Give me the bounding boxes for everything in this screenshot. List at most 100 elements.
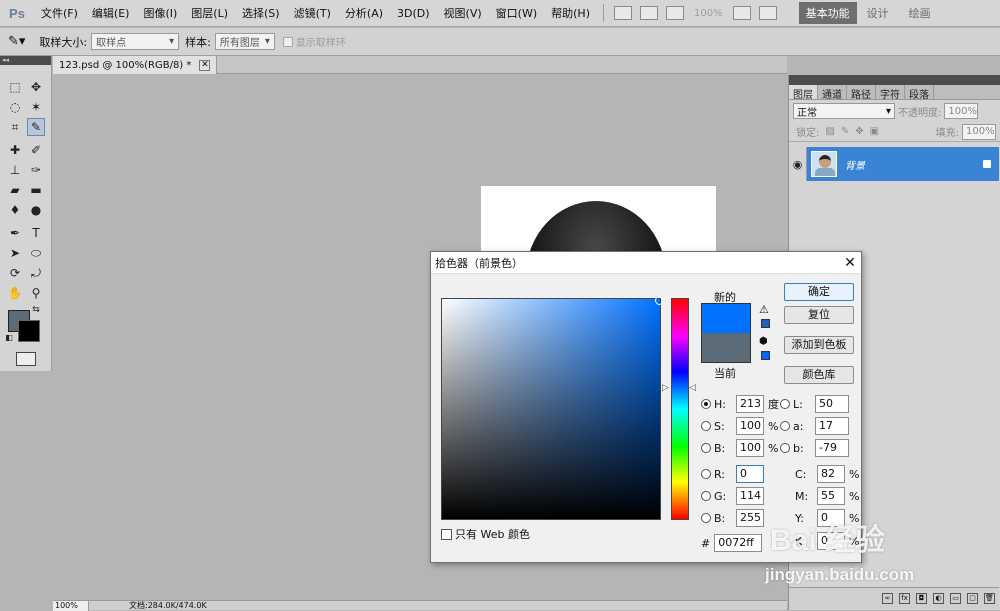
- eyedropper-preset-icon[interactable]: ✎▾: [8, 34, 25, 49]
- add-to-swatches-button[interactable]: 添加到色板: [784, 336, 854, 354]
- history-brush-icon[interactable]: ✑: [27, 161, 45, 179]
- tab-layers[interactable]: 图层: [789, 85, 818, 101]
- panel-collapse-bar[interactable]: [789, 75, 1000, 85]
- red-field[interactable]: 0: [736, 465, 764, 483]
- bridge-icon[interactable]: [613, 6, 632, 20]
- menu-edit[interactable]: 编辑(E): [85, 5, 137, 21]
- tab-channels[interactable]: 通道: [818, 85, 847, 101]
- saturation-field[interactable]: 100: [736, 417, 764, 435]
- web-safe-cube-icon[interactable]: ⬢: [759, 336, 768, 347]
- menu-image[interactable]: 图像(I): [136, 5, 184, 21]
- pen-icon[interactable]: ✒: [6, 224, 24, 242]
- color-libraries-button[interactable]: 颜色库: [784, 366, 854, 384]
- lab-b-radio[interactable]: [780, 443, 790, 453]
- 3d-rotate-icon[interactable]: ⟳: [6, 264, 24, 282]
- hue-slider[interactable]: [671, 298, 689, 520]
- type-icon[interactable]: T: [27, 224, 45, 242]
- green-radio[interactable]: [701, 491, 711, 501]
- crop-icon[interactable]: ⌗: [6, 118, 24, 136]
- workspace-essentials-button[interactable]: 基本功能: [798, 2, 857, 24]
- layer-mask-icon[interactable]: ◘: [916, 593, 927, 604]
- workspace-design-button[interactable]: 设计: [857, 5, 899, 21]
- eyedropper-icon[interactable]: ✎: [27, 118, 45, 136]
- red-radio[interactable]: [701, 469, 711, 479]
- brightness-radio[interactable]: [701, 443, 711, 453]
- lock-position-icon[interactable]: ✥: [855, 126, 863, 137]
- lab-l-radio[interactable]: [780, 399, 790, 409]
- blue-field[interactable]: 255: [736, 509, 764, 527]
- hue-radio[interactable]: [701, 399, 711, 409]
- layer-name[interactable]: 背景: [845, 157, 865, 172]
- web-only-checkbox[interactable]: [441, 528, 452, 540]
- adjustment-layer-icon[interactable]: ◐: [933, 593, 944, 604]
- lock-pixels-icon[interactable]: ✎: [841, 126, 849, 137]
- menu-window[interactable]: 窗口(W): [489, 5, 544, 21]
- shape-icon[interactable]: ⬭: [27, 244, 45, 262]
- reset-button[interactable]: 复位: [784, 306, 854, 324]
- menu-view[interactable]: 视图(V): [437, 5, 489, 21]
- hue-arrow-right-icon[interactable]: ◁: [689, 383, 696, 393]
- mini-bridge-icon[interactable]: [639, 6, 658, 20]
- document-tab[interactable]: 123.psd @ 100%(RGB/8) * ✕: [53, 56, 218, 74]
- hue-arrow-left-icon[interactable]: ▷: [662, 383, 669, 393]
- eraser-icon[interactable]: ▰: [6, 181, 24, 199]
- close-icon[interactable]: ✕: [199, 59, 211, 71]
- toolbox-collapse-icon[interactable]: ◂◂: [0, 56, 51, 65]
- cyan-field[interactable]: 82: [817, 465, 845, 483]
- lock-all-icon[interactable]: ▣: [870, 126, 879, 137]
- hue-field[interactable]: 213: [736, 395, 764, 413]
- show-sampling-ring-option[interactable]: 显示取样环: [282, 34, 346, 49]
- new-layer-icon[interactable]: ▢: [967, 593, 978, 604]
- zoom-icon[interactable]: ⚲: [27, 284, 45, 302]
- arrange-documents-icon[interactable]: [732, 6, 751, 20]
- fill-field[interactable]: 100%: [962, 123, 996, 140]
- path-selection-icon[interactable]: ➤: [6, 244, 24, 262]
- lab-b-field[interactable]: -79: [815, 439, 849, 457]
- hex-field[interactable]: 0072ff: [714, 534, 763, 552]
- blend-mode-select[interactable]: 正常 ▾: [793, 103, 895, 119]
- gamut-warning-icon[interactable]: ⚠: [759, 303, 769, 316]
- menu-3d[interactable]: 3D(D): [390, 7, 437, 20]
- web-safe-color-swatch[interactable]: [761, 351, 770, 360]
- link-layers-icon[interactable]: ∞: [882, 593, 893, 604]
- move-icon[interactable]: ✥: [27, 78, 45, 96]
- layer-style-icon[interactable]: fx: [899, 593, 910, 604]
- marquee-icon[interactable]: ⬚: [6, 78, 24, 96]
- zoom-level[interactable]: 100%: [688, 8, 729, 19]
- blue-radio[interactable]: [701, 513, 711, 523]
- menu-select[interactable]: 选择(S): [235, 5, 287, 21]
- brightness-field[interactable]: 100: [736, 439, 764, 457]
- blur-icon[interactable]: ♦: [6, 201, 24, 219]
- lab-a-field[interactable]: 17: [815, 417, 849, 435]
- screen-mode-icon[interactable]: [758, 6, 777, 20]
- green-field[interactable]: 114: [736, 487, 764, 505]
- layer-row[interactable]: ◉ 背景: [789, 147, 999, 181]
- 3d-orbit-icon[interactable]: ⤾: [27, 264, 45, 282]
- tab-paths[interactable]: 路径: [847, 85, 876, 101]
- menu-help[interactable]: 帮助(H): [544, 5, 597, 21]
- show-sampling-ring-checkbox[interactable]: [282, 36, 293, 47]
- quick-mask-icon[interactable]: [16, 352, 36, 366]
- gradient-icon[interactable]: ▬: [27, 181, 45, 199]
- lock-transparent-icon[interactable]: ▨: [825, 126, 834, 137]
- eye-icon[interactable]: ◉: [789, 147, 807, 181]
- menu-layer[interactable]: 图层(L): [184, 5, 235, 21]
- view-extras-icon[interactable]: [665, 6, 684, 20]
- current-color-swatch[interactable]: [701, 333, 751, 363]
- new-group-icon[interactable]: ▭: [950, 593, 961, 604]
- swap-colors-icon[interactable]: ⇆: [30, 304, 42, 316]
- menu-file[interactable]: 文件(F): [34, 5, 85, 21]
- lab-a-radio[interactable]: [780, 421, 790, 431]
- brush-icon[interactable]: ✐: [27, 141, 45, 159]
- color-field-marker[interactable]: [655, 296, 664, 305]
- magic-wand-icon[interactable]: ✶: [27, 98, 45, 116]
- healing-brush-icon[interactable]: ✚: [6, 141, 24, 159]
- tab-paragraph[interactable]: 段落: [905, 85, 934, 101]
- saturation-radio[interactable]: [701, 421, 711, 431]
- hand-icon[interactable]: ✋: [6, 284, 24, 302]
- close-icon[interactable]: ✕: [839, 255, 861, 271]
- menu-filter[interactable]: 滤镜(T): [287, 5, 338, 21]
- workspace-painting-button[interactable]: 绘画: [899, 5, 941, 21]
- delete-layer-icon[interactable]: 🗑: [984, 593, 995, 604]
- lab-l-field[interactable]: 50: [815, 395, 849, 413]
